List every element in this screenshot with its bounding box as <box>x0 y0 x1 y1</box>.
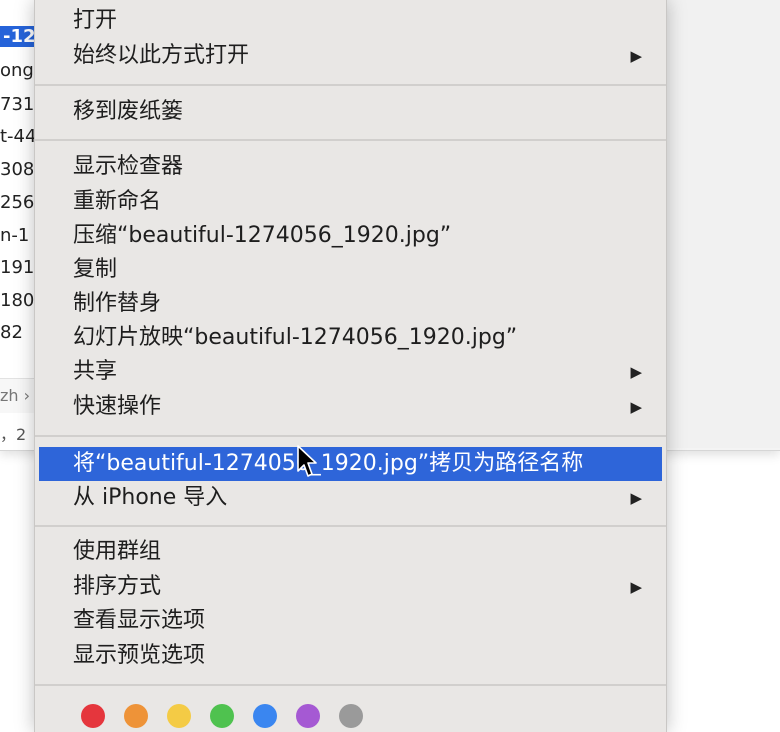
tag-red-dot[interactable] <box>81 704 105 728</box>
menu-separator <box>35 435 666 437</box>
preview-pane <box>665 0 780 448</box>
menu-separator <box>35 84 666 86</box>
menu-item-show-inspector[interactable]: 显示检查器 <box>35 150 666 184</box>
menu-item-label: 打开 <box>73 8 118 33</box>
menu-item-show-view-options[interactable]: 查看显示选项 <box>35 604 666 638</box>
menu-item-label: 从 iPhone 导入 <box>73 485 228 510</box>
context-menu: 打开 始终以此方式打开 ▶ 移到废纸篓 显示检查器 重新命名 压缩“beauti… <box>34 0 667 732</box>
tag-green-dot[interactable] <box>210 704 234 728</box>
menu-item-open-with[interactable]: 始终以此方式打开 ▶ <box>35 39 666 73</box>
menu-item-use-groups[interactable]: 使用群组 <box>35 535 666 569</box>
submenu-arrow-icon: ▶ <box>630 398 642 416</box>
menu-item-label: 复制 <box>73 257 118 282</box>
menu-item-label: 将“beautiful-1274056_1920.jpg”拷贝为路径名称 <box>73 451 584 476</box>
submenu-arrow-icon: ▶ <box>630 363 642 381</box>
menu-item-show-preview-options[interactable]: 显示预览选项 <box>35 639 666 673</box>
tag-yellow-dot[interactable] <box>167 704 191 728</box>
menu-item-label: 幻灯片放映“beautiful-1274056_1920.jpg” <box>73 325 518 350</box>
menu-item-label: 共享 <box>73 359 118 384</box>
menu-item-label: 显示检查器 <box>73 154 184 179</box>
tag-blue-dot[interactable] <box>253 704 277 728</box>
menu-item-open[interactable]: 打开 <box>35 4 666 38</box>
tag-orange-dot[interactable] <box>124 704 148 728</box>
menu-item-label: 查看显示选项 <box>73 608 206 633</box>
menu-item-duplicate[interactable]: 复制 <box>35 253 666 287</box>
submenu-arrow-icon: ▶ <box>630 578 642 596</box>
menu-item-label: 快速操作 <box>73 394 162 419</box>
menu-item-move-to-trash[interactable]: 移到废纸篓 <box>35 95 666 129</box>
menu-separator <box>35 525 666 527</box>
menu-item-quick-actions[interactable]: 快速操作 ▶ <box>35 390 666 424</box>
submenu-arrow-icon: ▶ <box>630 489 642 507</box>
menu-item-make-alias[interactable]: 制作替身 <box>35 287 666 321</box>
menu-item-label: 使用群组 <box>73 539 162 564</box>
tag-gray-dot[interactable] <box>339 704 363 728</box>
file-name: -12 <box>0 26 39 47</box>
menu-item-label: 始终以此方式打开 <box>73 43 250 68</box>
menu-item-slideshow[interactable]: 幻灯片放映“beautiful-1274056_1920.jpg” <box>35 321 666 355</box>
menu-item-import-from-iphone[interactable]: 从 iPhone 导入 ▶ <box>35 481 666 515</box>
menu-item-share[interactable]: 共享 ▶ <box>35 355 666 389</box>
tag-purple-dot[interactable] <box>296 704 320 728</box>
menu-item-label: 显示预览选项 <box>73 643 206 668</box>
menu-item-compress[interactable]: 压缩“beautiful-1274056_1920.jpg” <box>35 219 666 253</box>
menu-item-rename[interactable]: 重新命名 <box>35 185 666 219</box>
menu-item-copy-as-pathname[interactable]: 将“beautiful-1274056_1920.jpg”拷贝为路径名称 <box>39 447 662 481</box>
tag-color-row <box>35 704 666 732</box>
menu-separator <box>35 684 666 686</box>
menu-item-label: 压缩“beautiful-1274056_1920.jpg” <box>73 223 452 248</box>
menu-item-sort-by[interactable]: 排序方式 ▶ <box>35 570 666 604</box>
menu-item-label: 移到废纸篓 <box>73 99 184 124</box>
menu-item-label: 制作替身 <box>73 291 162 316</box>
mouse-pointer-icon <box>297 445 317 477</box>
menu-separator <box>35 139 666 141</box>
submenu-arrow-icon: ▶ <box>630 47 642 65</box>
menu-item-label: 排序方式 <box>73 574 162 599</box>
menu-item-label: 重新命名 <box>73 189 162 214</box>
